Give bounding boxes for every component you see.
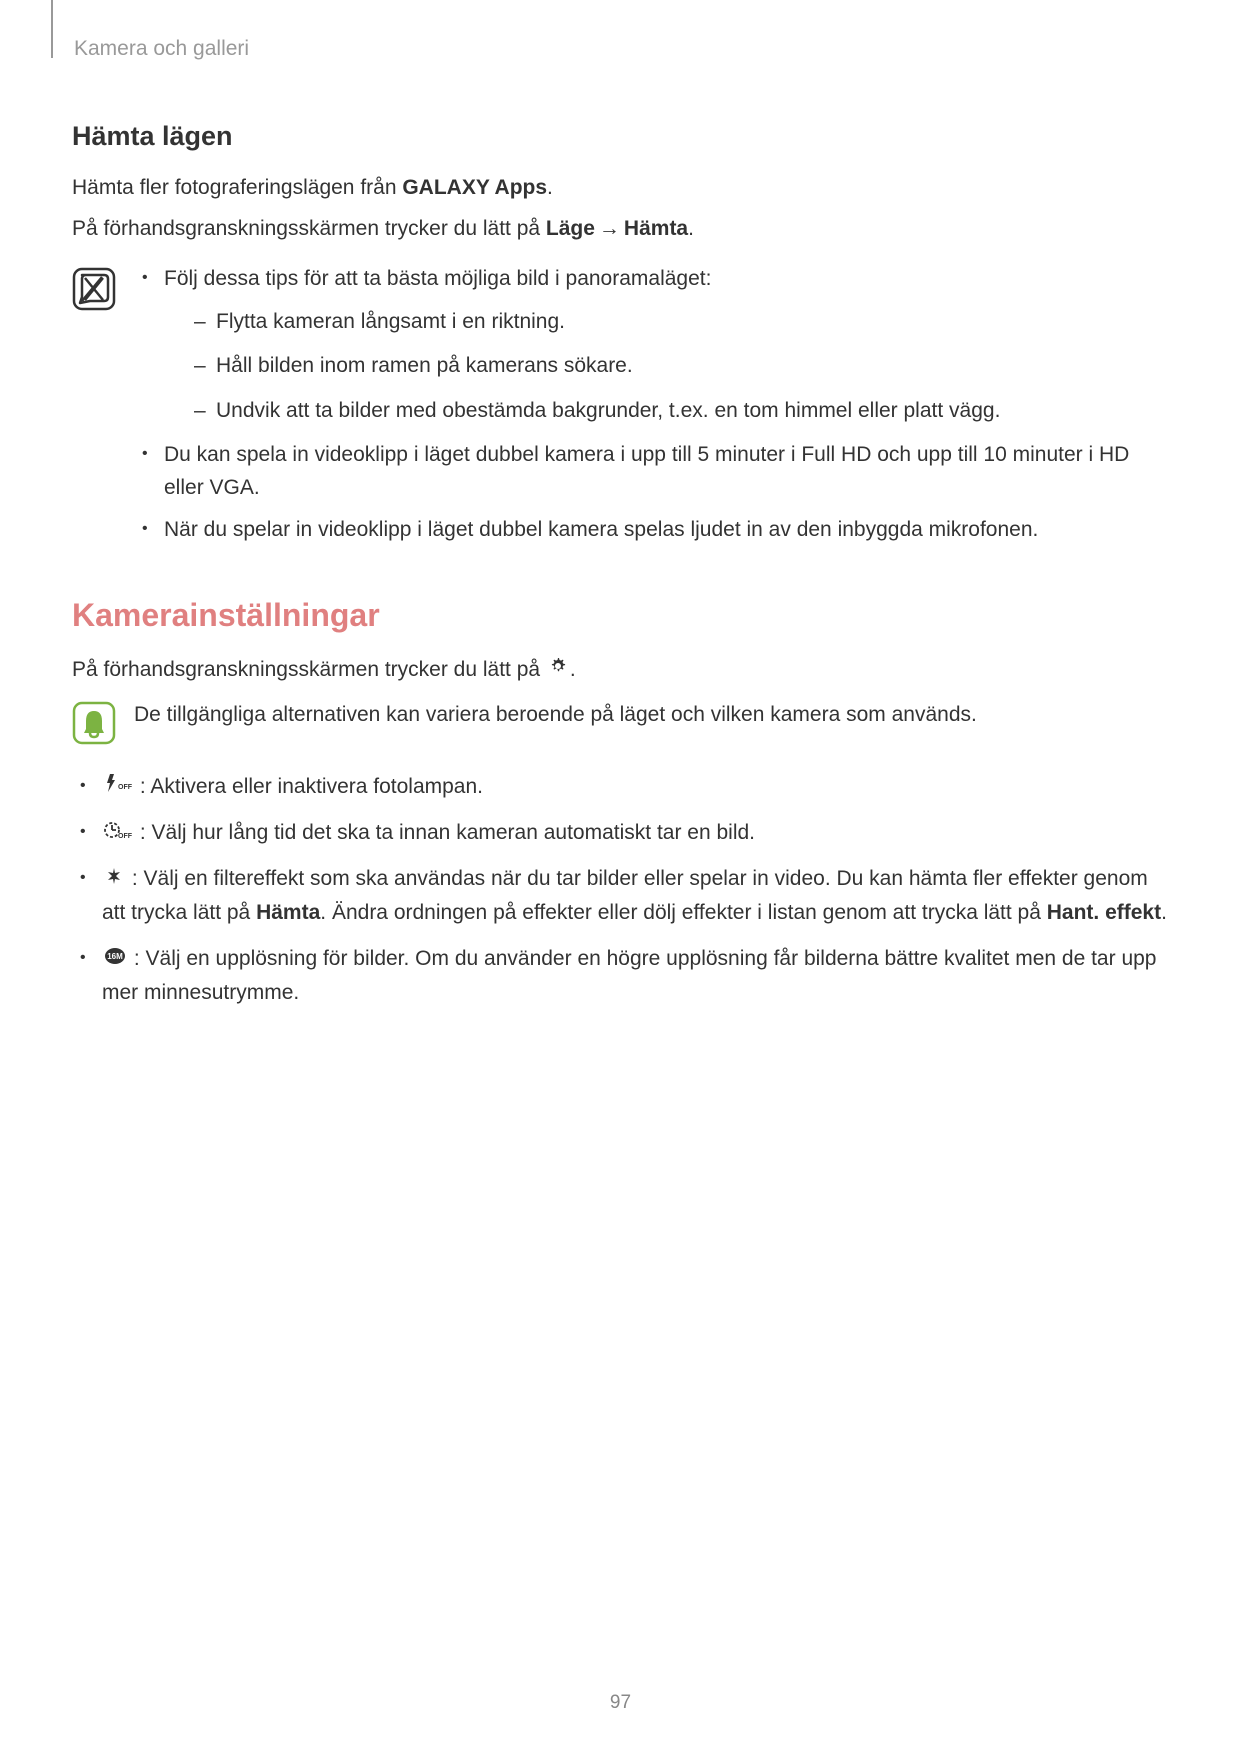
page-header: Kamera och galleri [74,37,1169,61]
instruction-text: På förhandsgranskningsskärmen trycker du… [72,213,1169,246]
svg-text:OFF: OFF [118,784,132,791]
hamta-bold: Hämta [624,217,688,240]
settings-item-timer: OFF : Välj hur lång tid det ska ta innan… [72,816,1169,850]
tip-a: Flytta kameran långsamt i en riktning. [164,306,1169,339]
page-number: 97 [0,1692,1241,1714]
note-bullet3: När du spelar in videoklipp i läget dubb… [134,514,1169,547]
filter-text-c: . [1161,901,1167,924]
settings-intro-part1: På förhandsgranskningsskärmen trycker du… [72,658,546,681]
note-bullet2: Du kan spela in videoklipp i läget dubbe… [134,439,1169,504]
tip-b: Håll bilden inom ramen på kamerans sökar… [164,350,1169,383]
tip-c: Undvik att ta bilder med obestämda bakgr… [164,395,1169,428]
tip-intro-text: Följ dessa tips för att ta bästa möjliga… [164,267,711,290]
timer-off-icon: OFF [104,817,132,851]
tip-intro-item: Följ dessa tips för att ta bästa möjliga… [134,263,1169,427]
filter-text-b: . Ändra ordningen på effekter eller dölj… [320,901,1046,924]
instruction-part2: . [688,217,694,240]
gear-icon [548,654,568,687]
tip-sub-list: Flytta kameran långsamt i en riktning. H… [164,306,1169,428]
flash-text: : Aktivera eller inaktivera fotolampan. [134,775,483,798]
resolution-16m-icon: 16M [104,943,126,977]
timer-text: : Välj hur lång tid det ska ta innan kam… [134,821,755,844]
settings-item-flash: OFF : Aktivera eller inaktivera fotolamp… [72,770,1169,804]
info-text: De tillgängliga alternativen kan variera… [134,699,1169,732]
hamta-bold2: Hämta [256,901,320,924]
arrow-icon: → [599,213,620,246]
lage-bold: Läge [546,217,595,240]
note-box: Följ dessa tips för att ta bästa möjliga… [72,263,1169,557]
settings-item-filter: : Välj en filtereffekt som ska användas … [72,862,1169,930]
note-bullet-list: Följ dessa tips för att ta bästa möjliga… [134,263,1169,547]
magic-wand-icon [104,863,124,897]
instruction-part1: På förhandsgranskningsskärmen trycker du… [72,217,546,240]
settings-intro-part2: . [570,658,576,681]
intro-part2: . [547,176,553,199]
intro-text-1: Hämta fler fotograferingslägen från GALA… [72,172,1169,205]
intro-part1: Hämta fler fotograferingslägen från [72,176,402,199]
flash-off-icon: OFF [104,770,132,804]
svg-text:OFF: OFF [118,833,132,840]
resolution-text: : Välj en upplösning för bilder. Om du a… [102,947,1156,1004]
info-box: De tillgängliga alternativen kan variera… [72,699,1169,750]
note-icon [72,267,116,316]
svg-text:16M: 16M [107,952,123,961]
kamerainstallningar-title: Kamerainställningar [72,597,1169,634]
bell-icon [72,701,116,750]
settings-item-resolution: 16M : Välj en upplösning för bilder. Om … [72,942,1169,1010]
settings-list: OFF : Aktivera eller inaktivera fotolamp… [72,770,1169,1010]
hamta-lagen-title: Hämta lägen [72,121,1169,152]
hant-effekt-bold: Hant. effekt [1047,901,1161,924]
galaxy-apps-bold: GALAXY Apps [402,176,547,199]
settings-intro: På förhandsgranskningsskärmen trycker du… [72,654,1169,687]
